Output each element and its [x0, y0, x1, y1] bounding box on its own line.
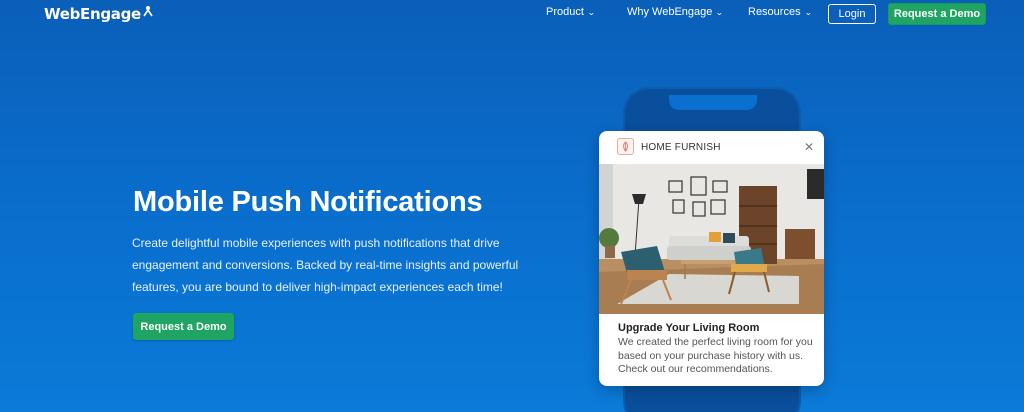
notification-title: Upgrade Your Living Room: [618, 322, 760, 334]
login-button[interactable]: Login: [828, 4, 876, 24]
push-notification-card[interactable]: HOME FURNISH ✕ Upgrade Your Living Room …: [599, 131, 824, 386]
phone-notch: [669, 95, 757, 110]
nav-item-label: Product: [546, 6, 584, 18]
chevron-down-icon: ⌄: [715, 7, 724, 17]
nav-item-resources[interactable]: Resources ⌄: [748, 6, 812, 18]
close-icon[interactable]: ✕: [804, 140, 814, 154]
webengage-logo[interactable]: WebEngage: [44, 4, 154, 24]
chevron-down-icon: ⌄: [803, 7, 812, 17]
chevron-down-icon: ⌄: [587, 7, 596, 17]
request-demo-button[interactable]: Request a Demo: [133, 313, 234, 340]
logo-text: WebEngage: [44, 5, 141, 23]
notification-header: HOME FURNISH ✕: [599, 131, 824, 164]
nav-item-label: Resources: [748, 6, 801, 18]
logo-mark-icon: [143, 6, 153, 17]
nav-item-label: Why WebEngage: [627, 6, 713, 18]
nav-item-product[interactable]: Product ⌄: [546, 6, 595, 18]
living-room-image: [599, 164, 824, 314]
top-navigation: WebEngage Product ⌄ Why WebEngage ⌄ Reso…: [0, 0, 1024, 28]
notification-brand: HOME FURNISH: [641, 142, 721, 153]
nav-item-why-webengage[interactable]: Why WebEngage ⌄: [627, 6, 724, 18]
home-furnish-logo-icon: [617, 138, 634, 155]
request-demo-button-nav[interactable]: Request a Demo: [888, 3, 986, 25]
page-title: Mobile Push Notifications: [133, 186, 483, 218]
hero-description: Create delightful mobile experiences wit…: [132, 236, 519, 294]
notification-body: We created the perfect living room for y…: [618, 336, 813, 375]
